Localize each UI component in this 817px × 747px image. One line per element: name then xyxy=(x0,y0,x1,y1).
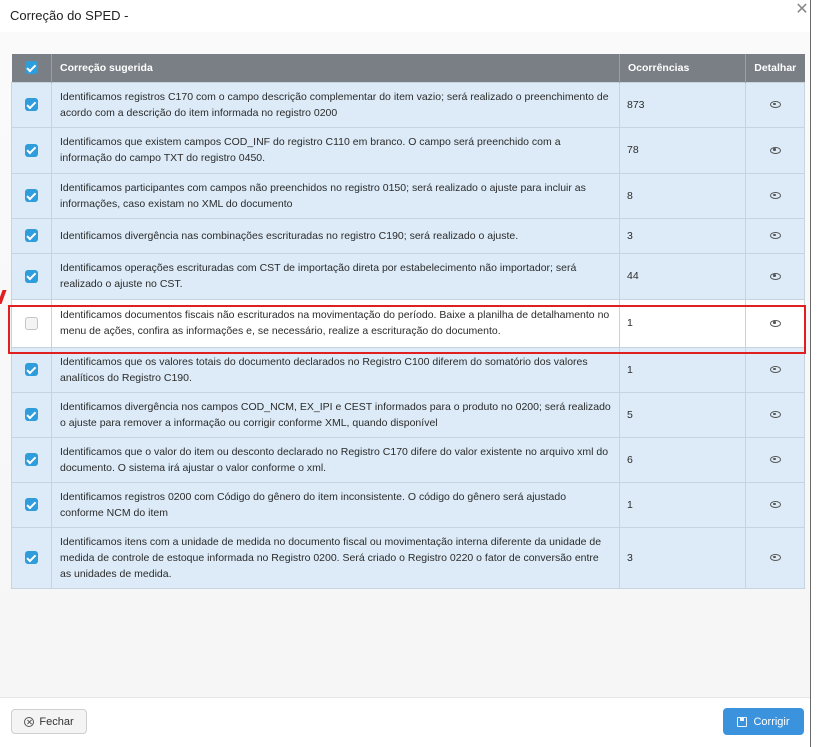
eye-icon[interactable] xyxy=(769,272,781,280)
row-checkbox-cell[interactable] xyxy=(11,298,52,348)
eye-icon[interactable] xyxy=(769,319,781,327)
suggestion-cell: Identificamos documentos fiscais não esc… xyxy=(51,298,620,348)
suggestion-cell: Identificamos que os valores totais do d… xyxy=(51,346,620,393)
select-all-checkbox-cell[interactable] xyxy=(11,54,52,82)
row-checkbox-cell[interactable] xyxy=(11,217,52,254)
occurrences-cell: 1 xyxy=(619,298,746,348)
table-header-row: Correção sugerida Ocorrências Detalhar xyxy=(11,54,805,82)
eye-icon[interactable] xyxy=(769,456,781,464)
corrections-table: Correção sugerida Ocorrências Detalhar I… xyxy=(11,54,805,589)
suggestion-cell: Identificamos itens com a unidade de med… xyxy=(51,526,620,589)
table-row[interactable]: Identificamos que o valor do item ou des… xyxy=(11,436,805,483)
suggestion-cell: Identificamos divergência nos campos COD… xyxy=(51,391,620,438)
table-row[interactable]: Identificamos registros C170 com o campo… xyxy=(11,81,805,128)
occurrences-cell: 78 xyxy=(619,126,746,174)
row-checkbox[interactable] xyxy=(25,269,38,283)
table-row[interactable]: Identificamos documentos fiscais não esc… xyxy=(11,298,805,348)
suggestion-cell: Identificamos que o valor do item ou des… xyxy=(51,436,620,483)
details-cell[interactable] xyxy=(745,436,805,483)
occurrences-cell: 1 xyxy=(619,346,746,393)
table-row[interactable]: Identificamos operações escrituradas com… xyxy=(11,252,805,300)
row-checkbox-cell[interactable] xyxy=(11,252,52,300)
eye-icon[interactable] xyxy=(769,232,781,240)
close-button[interactable]: Fechar xyxy=(11,709,87,734)
occurrences-cell: 3 xyxy=(619,217,746,254)
apply-button-label: Corrigir xyxy=(753,715,790,728)
row-checkbox[interactable] xyxy=(25,316,38,330)
table-row[interactable]: Identificamos divergência nos campos COD… xyxy=(11,391,805,438)
eye-icon[interactable] xyxy=(769,101,781,109)
row-checkbox-cell[interactable] xyxy=(11,346,52,393)
row-checkbox[interactable] xyxy=(25,143,38,157)
dialog-titlebar: Correção do SPED - ✕ xyxy=(0,0,811,32)
select-all-checkbox[interactable] xyxy=(24,61,38,75)
eye-icon[interactable] xyxy=(769,501,781,509)
row-checkbox[interactable] xyxy=(25,229,38,243)
save-icon xyxy=(737,716,748,727)
column-header-suggestion: Correção sugerida xyxy=(51,54,620,82)
dialog-footer: Fechar Corrigir xyxy=(0,697,810,747)
row-checkbox[interactable] xyxy=(25,551,38,565)
table-row[interactable]: Identificamos participantes com campos n… xyxy=(11,172,805,219)
row-checkbox-cell[interactable] xyxy=(11,126,52,174)
suggestion-cell: Identificamos registros 0200 com Código … xyxy=(51,481,620,528)
table-row[interactable]: Identificamos divergência nas combinaçõe… xyxy=(11,217,805,254)
table-row[interactable]: Identificamos registros 0200 com Código … xyxy=(11,481,805,528)
row-checkbox-cell[interactable] xyxy=(11,526,52,589)
details-cell[interactable] xyxy=(745,81,805,128)
occurrences-cell: 3 xyxy=(619,526,746,589)
occurrences-cell: 8 xyxy=(619,172,746,219)
apply-correction-button[interactable]: Corrigir xyxy=(723,708,804,735)
close-icon[interactable]: ✕ xyxy=(793,2,811,20)
sped-correction-dialog: Correção do SPED - ✕ Correção sugerida O… xyxy=(0,0,811,747)
suggestion-cell: Identificamos registros C170 com o campo… xyxy=(51,81,620,128)
row-checkbox[interactable] xyxy=(25,453,38,467)
redacted-title-area xyxy=(133,3,448,25)
occurrences-cell: 6 xyxy=(619,436,746,483)
suggestion-cell: Identificamos divergência nas combinaçõe… xyxy=(51,217,620,254)
eye-icon[interactable] xyxy=(769,366,781,374)
details-cell[interactable] xyxy=(745,481,805,528)
occurrences-cell: 1 xyxy=(619,481,746,528)
table-row[interactable]: Identificamos que os valores totais do d… xyxy=(11,346,805,393)
details-cell[interactable] xyxy=(745,346,805,393)
column-header-details: Detalhar xyxy=(745,54,805,82)
details-cell[interactable] xyxy=(745,126,805,174)
eye-icon[interactable] xyxy=(769,554,781,562)
details-cell[interactable] xyxy=(745,391,805,438)
dialog-title: Correção do SPED - xyxy=(10,8,129,23)
eye-icon[interactable] xyxy=(769,146,781,154)
row-checkbox-cell[interactable] xyxy=(11,391,52,438)
column-header-occurrences: Ocorrências xyxy=(619,54,746,82)
row-checkbox[interactable] xyxy=(25,498,38,512)
row-checkbox[interactable] xyxy=(25,363,38,377)
row-checkbox[interactable] xyxy=(25,408,38,422)
row-checkbox[interactable] xyxy=(25,189,38,203)
details-cell[interactable] xyxy=(745,172,805,219)
table-row[interactable]: Identificamos itens com a unidade de med… xyxy=(11,526,805,589)
close-button-label: Fechar xyxy=(39,715,74,728)
details-cell[interactable] xyxy=(745,526,805,589)
occurrences-cell: 44 xyxy=(619,252,746,300)
table-row[interactable]: Identificamos que existem campos COD_INF… xyxy=(11,126,805,174)
suggestion-cell: Identificamos participantes com campos n… xyxy=(51,172,620,219)
row-checkbox-cell[interactable] xyxy=(11,81,52,128)
row-checkbox-cell[interactable] xyxy=(11,481,52,528)
row-checkbox-cell[interactable] xyxy=(11,172,52,219)
occurrences-cell: 5 xyxy=(619,391,746,438)
occurrences-cell: 873 xyxy=(619,81,746,128)
row-checkbox-cell[interactable] xyxy=(11,436,52,483)
eye-icon[interactable] xyxy=(769,192,781,200)
details-cell[interactable] xyxy=(745,298,805,348)
details-cell[interactable] xyxy=(745,217,805,254)
eye-icon[interactable] xyxy=(769,411,781,419)
suggestion-cell: Identificamos operações escrituradas com… xyxy=(51,252,620,300)
details-cell[interactable] xyxy=(745,252,805,300)
suggestion-cell: Identificamos que existem campos COD_INF… xyxy=(51,126,620,174)
row-checkbox[interactable] xyxy=(25,98,38,112)
x-circle-icon xyxy=(24,716,35,727)
